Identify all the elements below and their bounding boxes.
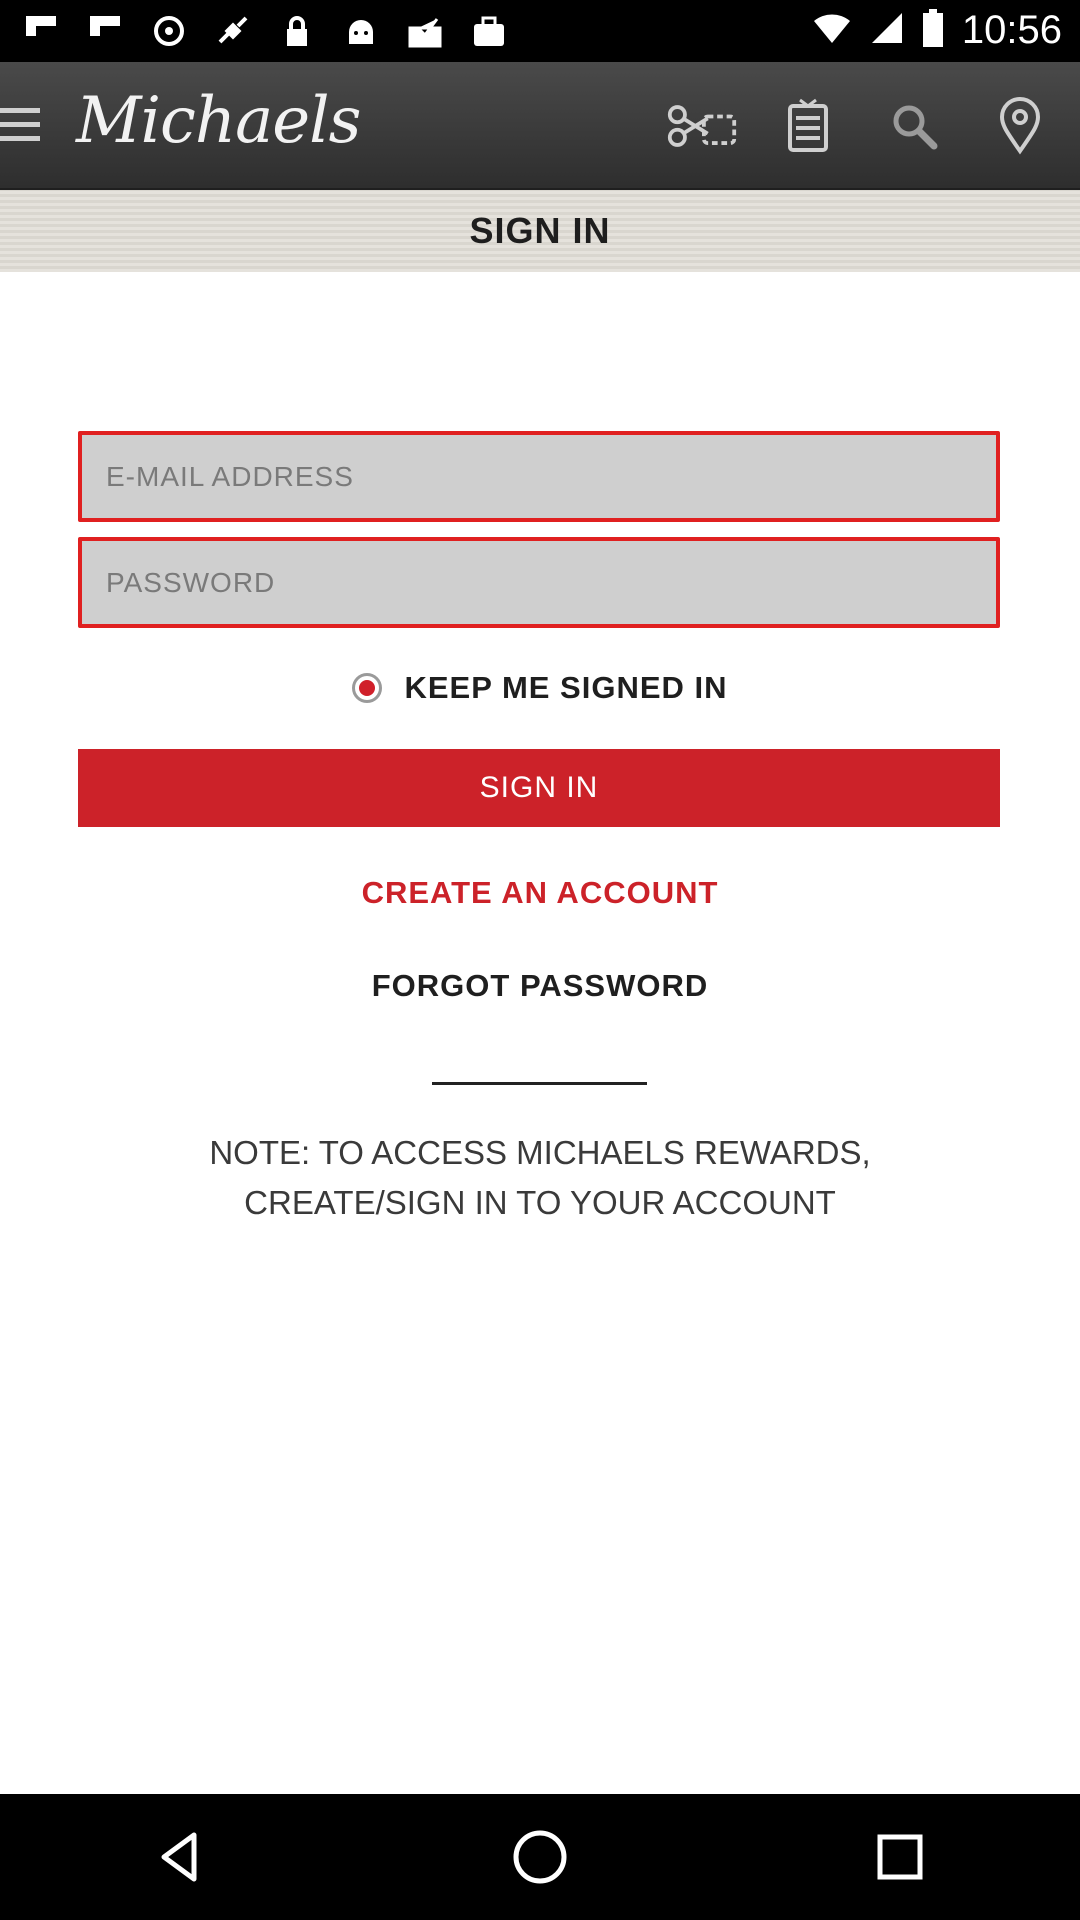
radio-selected-dot [359,680,376,696]
back-icon[interactable] [130,1807,230,1907]
wifi-icon [812,11,852,50]
recents-icon[interactable] [850,1807,950,1907]
keep-signed-in-label[interactable]: KEEP ME SIGNED IN [404,670,727,706]
briefcase-icon [470,12,508,50]
page-title: SIGN IN [469,210,611,251]
note-line-1: NOTE: TO ACCESS MICHAELS REWARDS, [209,1134,871,1171]
app-bar-actions [666,90,1056,162]
keep-signed-in-toggle[interactable]: KEEP ME SIGNED IN [0,660,1080,716]
app-bar: Michaels [0,62,1080,190]
page-header: SIGN IN [0,190,1080,272]
flipboard-icon [86,12,124,50]
search-icon[interactable] [878,90,950,162]
notification-icons [22,12,508,50]
status-right: 10:56 [812,8,1062,53]
android-icon [342,12,380,50]
password-field[interactable] [78,537,1000,628]
signal-icon [870,11,904,50]
divider [432,1082,647,1085]
gift-card-icon[interactable] [772,90,844,162]
lock-icon [278,12,316,50]
coupon-scissors-icon[interactable] [666,90,738,162]
keep-signed-in-radio[interactable] [352,673,383,703]
hamburger-menu-icon[interactable] [0,108,40,142]
email-field[interactable] [78,431,1000,522]
forgot-password-link[interactable]: FORGOT PASSWORD [0,968,1080,1004]
location-pin-icon[interactable] [984,90,1056,162]
create-account-link[interactable]: CREATE AN ACCOUNT [0,875,1080,911]
inbox-icon [406,12,444,50]
rewards-note: NOTE: TO ACCESS MICHAELS REWARDS, CREATE… [140,1128,940,1228]
brand-logo[interactable]: Michaels [76,84,361,158]
sync-icon [150,12,188,50]
home-icon[interactable] [490,1807,590,1907]
battery-icon [922,9,944,52]
status-bar: 10:56 [0,0,1080,62]
clock: 10:56 [961,8,1062,52]
sign-in-button[interactable]: SIGN IN [78,749,1000,827]
satellite-icon [214,12,252,50]
note-line-2: CREATE/SIGN IN TO YOUR ACCOUNT [244,1184,836,1221]
flipboard-icon [22,12,60,50]
navigation-bar [0,1794,1080,1920]
